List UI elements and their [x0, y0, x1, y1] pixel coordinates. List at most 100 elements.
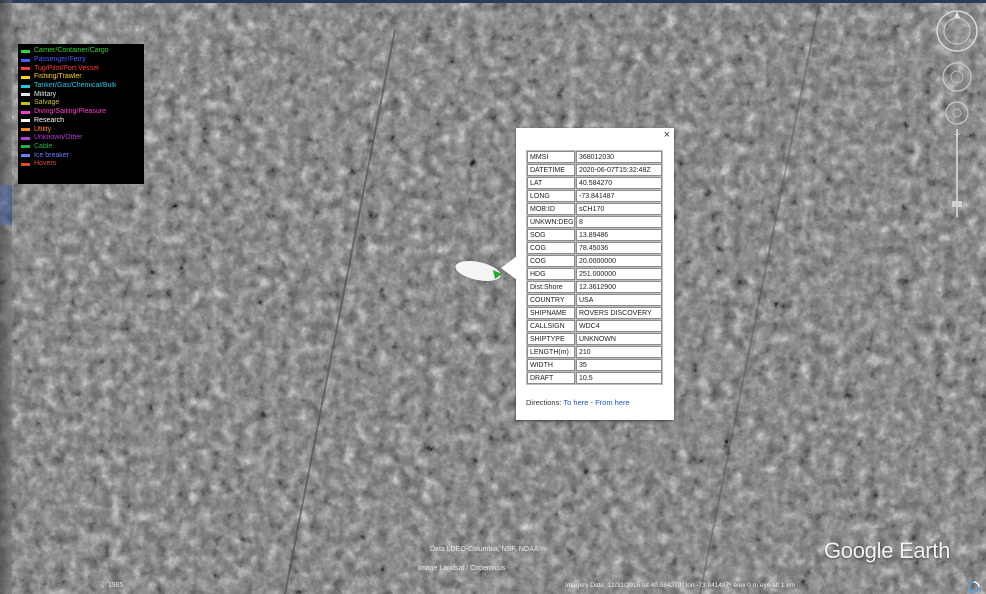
attribute-key: MMSI [527, 151, 575, 163]
attribute-value: WDC4 [576, 320, 662, 332]
directions: Directions: To here - From here [526, 398, 630, 407]
move-joystick-icon[interactable] [945, 101, 969, 125]
table-row: HDG 251.000000 [527, 268, 662, 280]
attribute-key: CALLSIGN [527, 320, 575, 332]
attribute-key: LAT [527, 177, 575, 189]
legend-label: Tug/Pilot/Port Vessel [34, 64, 99, 72]
legend-item: Research [21, 117, 141, 126]
legend-label: Passenger/Ferry [34, 56, 86, 64]
attribute-value: 8 [576, 216, 662, 228]
attribute-value: 210 [576, 346, 662, 358]
legend-label: Hovers [34, 160, 57, 168]
legend-item: Passenger/Ferry [21, 56, 141, 65]
directions-from-here-link[interactable]: From here [595, 398, 630, 407]
legend-swatch [21, 93, 30, 97]
attribute-value: 13.89486 [576, 229, 662, 241]
legend-label: Fishing/Trawler [34, 73, 82, 81]
table-row: LENGTH(m) 210 [527, 346, 662, 358]
legend-swatch [21, 145, 30, 149]
attribute-key: DRAFT [527, 372, 575, 384]
look-joystick-icon[interactable] [942, 62, 972, 92]
attribute-value: -73.841487 [576, 190, 662, 202]
satellite-imagery [0, 0, 986, 594]
attribute-key: MOB:ID [527, 203, 575, 215]
compass-ring-icon[interactable] [936, 10, 978, 52]
directions-to-here-link[interactable]: To here [563, 398, 588, 407]
vessel-info-balloon: × MMSI 368012030 DATETIME 2020-06-07T15:32:… [501, 128, 674, 420]
legend-item: Fishing/Trawler [21, 73, 141, 82]
attribute-key: SHIPNAME [527, 307, 575, 319]
attribute-key: LONG [527, 190, 575, 202]
attribute-key: COG [527, 255, 575, 267]
legend-item: Tug/Pilot/Port Vessel [21, 64, 141, 73]
attribute-value: UNKNOWN [576, 333, 662, 345]
attribute-value: 251.000000 [576, 268, 662, 280]
legend-swatch [21, 136, 30, 140]
legend-swatch [21, 49, 30, 53]
attribution-imagery: Image Landsat / Copernicus [418, 565, 506, 572]
legend-swatch [21, 67, 30, 71]
table-row: CALLSIGN WDC4 [527, 320, 662, 332]
table-row: LONG -73.841487 [527, 190, 662, 202]
attribute-key: DATETIME [527, 164, 575, 176]
legend-swatch [21, 110, 30, 114]
legend-label: Ice breaker [34, 151, 70, 159]
attribute-value: 10.5 [576, 372, 662, 384]
attribute-key: WIDTH [527, 359, 575, 371]
attribute-key: Dist:Shore [527, 281, 575, 293]
legend-item: Ice breaker [21, 151, 141, 160]
historical-imagery-badge[interactable]: ⓖ 1985 [99, 580, 124, 590]
legend-item: Utility [21, 125, 141, 134]
legend-item: Military [21, 90, 141, 99]
legend-swatch [21, 162, 30, 166]
legend-label: Salvage [34, 99, 60, 107]
legend-label: Research [34, 116, 64, 124]
attribute-value: 78.45036 [576, 242, 662, 254]
earth-viewport[interactable]: Carrier/Container/Cargo Passenger/Ferry Tu… [0, 0, 986, 594]
attribution-data: Data LDEO-Columbia, NSF, NOAA [430, 546, 539, 553]
attribute-value: 35 [576, 359, 662, 371]
legend-item: Unknown/Other [21, 134, 141, 143]
attribute-key: SOG [527, 229, 575, 241]
legend-swatch [21, 58, 30, 62]
attribute-value: 40.584270 [576, 177, 662, 189]
top-edge-strip [0, 0, 986, 3]
directions-label: Directions: [526, 398, 562, 407]
legend-swatch [21, 128, 30, 132]
legend-item: Tanker/Gas/Chemical/Bulk [21, 82, 141, 91]
legend-item: Salvage [21, 99, 141, 108]
google-earth-logo: Google Earth [824, 538, 951, 563]
status-bar [0, 580, 986, 594]
attribute-value: ROVERS DISCOVERY [576, 307, 662, 319]
legend-item: Carrier/Container/Cargo [21, 47, 141, 56]
attribute-key: SHIPTYPE [527, 333, 575, 345]
attribute-value: 20.0000000 [576, 255, 662, 267]
attribute-value: 12.3612900 [576, 281, 662, 293]
attribute-key: LENGTH(m) [527, 346, 575, 358]
vessel-type-legend: Carrier/Container/Cargo Passenger/Ferry Tu… [18, 44, 144, 184]
legend-item: Diving/Sailing/Pleasure [21, 108, 141, 117]
legend-label: Diving/Sailing/Pleasure [34, 108, 106, 116]
legend-label: Military [34, 90, 57, 98]
table-row: DATETIME 2020-06-07T15:32:48Z [527, 164, 662, 176]
left-panel-edge [0, 0, 12, 594]
vessel-attributes-table: MMSI 368012030 DATETIME 2020-06-07T15:32:48… [526, 150, 663, 385]
attribute-key: UNKWN:DEG [527, 216, 575, 228]
balloon-tail [501, 256, 517, 280]
legend-swatch [21, 119, 30, 123]
legend-swatch [21, 84, 30, 88]
zoom-slider[interactable]: + [952, 129, 962, 217]
table-row: UNKWN:DEG 8 [527, 216, 662, 228]
legend-label: Unknown/Other [34, 134, 83, 142]
table-row: Dist:Shore 12.3612900 [527, 281, 662, 293]
close-icon[interactable]: × [664, 129, 670, 141]
zoom-slider-handle[interactable] [952, 201, 962, 207]
legend-swatch [21, 154, 30, 158]
table-row: COG 78.45036 [527, 242, 662, 254]
table-row: LAT 40.584270 [527, 177, 662, 189]
legend-swatch [21, 101, 30, 105]
zoom-in-icon[interactable]: + [953, 130, 961, 140]
legend-label: Carrier/Container/Cargo [34, 47, 109, 55]
table-row: MOB:ID sCH170 [527, 203, 662, 215]
table-row: WIDTH 35 [527, 359, 662, 371]
